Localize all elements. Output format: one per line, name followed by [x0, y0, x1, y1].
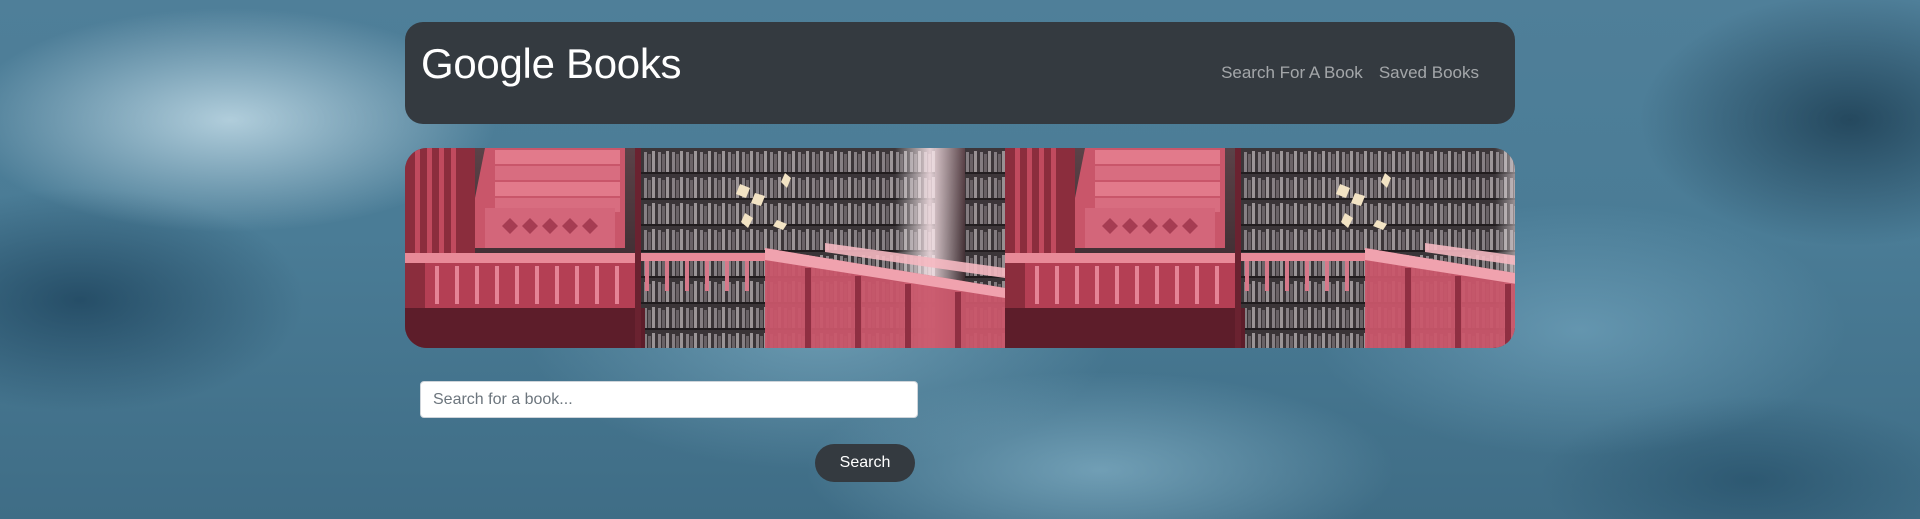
search-form: Search [405, 348, 1515, 498]
page-container: Google Books Search For A Book Saved Boo… [405, 22, 1515, 498]
brand-title[interactable]: Google Books [421, 40, 682, 88]
search-button[interactable]: Search [815, 444, 915, 482]
navbar: Google Books Search For A Book Saved Boo… [405, 22, 1515, 124]
hero-banner-image [405, 148, 1515, 348]
nav-links: Search For A Book Saved Books [1221, 63, 1479, 83]
nav-link-saved[interactable]: Saved Books [1379, 63, 1479, 83]
nav-link-search[interactable]: Search For A Book [1221, 63, 1363, 83]
search-input[interactable] [420, 381, 918, 418]
